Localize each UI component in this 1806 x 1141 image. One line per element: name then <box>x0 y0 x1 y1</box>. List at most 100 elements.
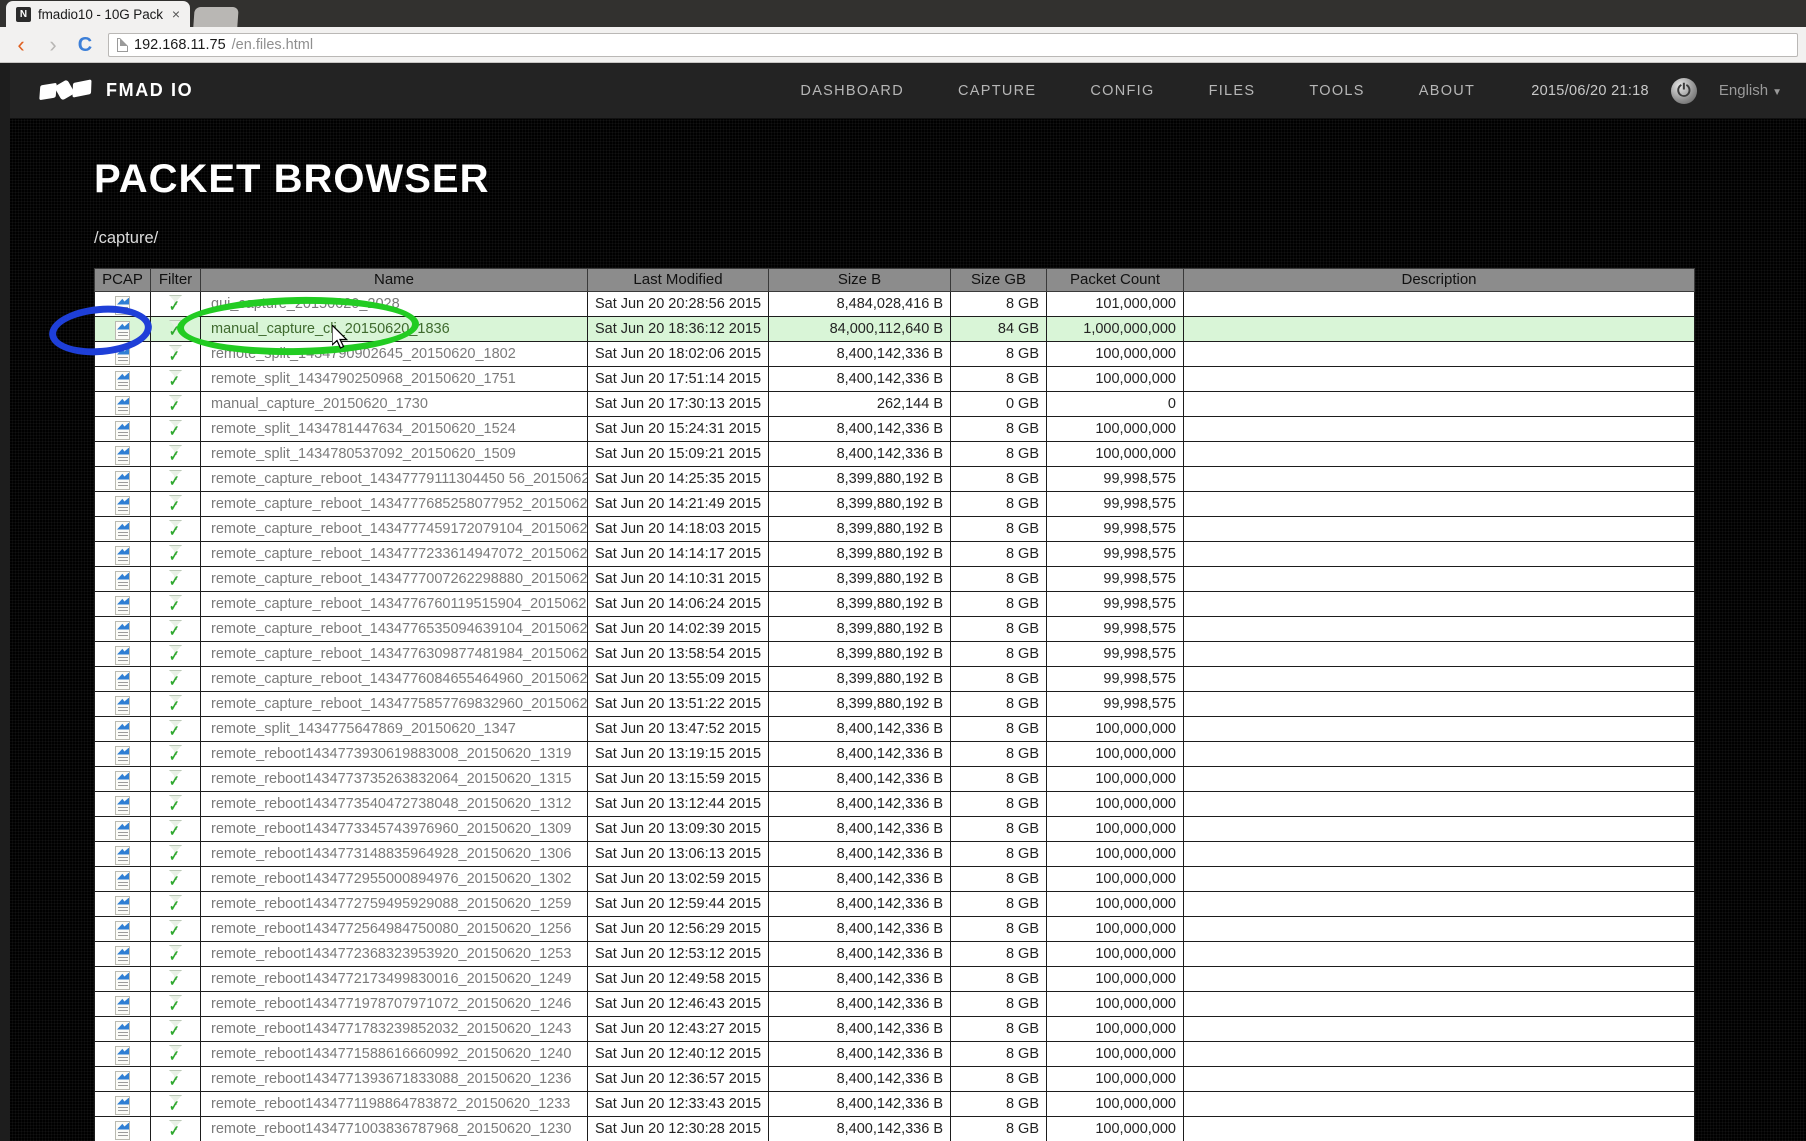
pcap-file-icon[interactable] <box>115 521 130 540</box>
name-cell[interactable]: remote_reboot1434773345743976960_2015062… <box>201 817 588 842</box>
filter-funnel-icon[interactable]: ✓ <box>167 645 184 663</box>
filter-cell[interactable]: ✓ <box>151 592 201 617</box>
filter-funnel-icon[interactable]: ✓ <box>167 620 184 638</box>
pcap-file-icon[interactable] <box>115 571 130 590</box>
pcap-cell[interactable] <box>95 592 151 617</box>
nav-item-config[interactable]: CONFIG <box>1090 83 1154 99</box>
new-tab-button[interactable] <box>193 7 238 27</box>
pcap-cell[interactable] <box>95 1067 151 1092</box>
pcap-cell[interactable] <box>95 1117 151 1141</box>
pcap-file-icon[interactable] <box>115 371 130 390</box>
filter-cell[interactable]: ✓ <box>151 1042 201 1067</box>
filter-funnel-icon[interactable]: ✓ <box>167 445 184 463</box>
table-row[interactable]: ✓ remote_capture_reboot_14347767601195159… <box>95 592 1695 617</box>
pcap-cell[interactable] <box>95 442 151 467</box>
table-row[interactable]: ✓remote_reboot1434772759495929088_201506… <box>95 892 1695 917</box>
filter-cell[interactable]: ✓ <box>151 617 201 642</box>
table-row[interactable]: ✓ remote_split_1434790250968_20150620_175… <box>95 367 1695 392</box>
name-cell[interactable]: remote_reboot1434771783239852032_2015062… <box>201 1017 588 1042</box>
filter-funnel-icon[interactable]: ✓ <box>167 1020 184 1038</box>
name-cell[interactable]: remote_reboot1434771588616660992_2015062… <box>201 1042 588 1067</box>
pcap-cell[interactable] <box>95 967 151 992</box>
pcap-file-icon[interactable] <box>115 746 130 765</box>
name-cell[interactable]: remote_capture_reboot_143477585776983296… <box>201 692 588 717</box>
language-selector[interactable]: English▼ <box>1719 82 1782 99</box>
table-row[interactable]: ✓remote_reboot1434771393671833088_201506… <box>95 1067 1695 1092</box>
filter-funnel-icon[interactable]: ✓ <box>167 845 184 863</box>
filter-funnel-icon[interactable]: ✓ <box>167 795 184 813</box>
filter-cell[interactable]: ✓ <box>151 942 201 967</box>
pcap-file-icon[interactable] <box>115 596 130 615</box>
name-cell[interactable]: remote_capture_reboot_143477676011951590… <box>201 592 588 617</box>
pcap-file-icon[interactable] <box>115 1071 130 1090</box>
pcap-cell[interactable] <box>95 942 151 967</box>
table-row[interactable]: ✓remote_reboot1434771003836787968_201506… <box>95 1117 1695 1141</box>
name-cell[interactable]: remote_split_1434780537092_20150620_1509 <box>201 442 588 467</box>
table-row[interactable]: ✓remote_split_1434781447634_20150620_152… <box>95 417 1695 442</box>
pcap-file-icon[interactable] <box>115 771 130 790</box>
filter-funnel-icon[interactable]: ✓ <box>167 745 184 763</box>
pcap-file-icon[interactable] <box>115 671 130 690</box>
filter-cell[interactable]: ✓ <box>151 692 201 717</box>
filter-funnel-icon[interactable]: ✓ <box>167 995 184 1013</box>
filter-funnel-icon[interactable]: ✓ <box>167 395 184 413</box>
column-header-packet-count[interactable]: Packet Count <box>1047 269 1184 292</box>
pcap-cell[interactable] <box>95 642 151 667</box>
brand-logo[interactable]: FMAD IO <box>40 80 193 102</box>
name-cell[interactable]: remote_capture_reboot_143477630987748198… <box>201 642 588 667</box>
pcap-cell[interactable] <box>95 742 151 767</box>
filter-cell[interactable]: ✓ <box>151 1092 201 1117</box>
nav-item-dashboard[interactable]: DASHBOARD <box>800 83 904 99</box>
browser-tab[interactable]: N fmadio10 - 10G Pack × <box>6 1 190 27</box>
table-row[interactable]: ✓remote_reboot1434773345743976960_201506… <box>95 817 1695 842</box>
pcap-file-icon[interactable] <box>115 871 130 890</box>
table-row[interactable]: ✓remote_capture_reboot_14347776852580779… <box>95 492 1695 517</box>
name-cell[interactable]: remote_split_1434790250968_20150620_1751 <box>201 367 588 392</box>
filter-funnel-icon[interactable]: ✓ <box>167 920 184 938</box>
pcap-file-icon[interactable] <box>115 1121 130 1140</box>
name-cell[interactable]: remote_reboot1434772368323953920_2015062… <box>201 942 588 967</box>
filter-funnel-icon[interactable]: ✓ <box>167 520 184 538</box>
pcap-cell[interactable] <box>95 567 151 592</box>
table-row[interactable]: ✓remote_reboot1434772955000894976_201506… <box>95 867 1695 892</box>
filter-funnel-icon[interactable]: ✓ <box>167 770 184 788</box>
filter-cell[interactable]: ✓ <box>151 892 201 917</box>
filter-funnel-icon[interactable]: ✓ <box>167 370 184 388</box>
filter-funnel-icon[interactable]: ✓ <box>167 945 184 963</box>
filter-cell[interactable]: ✓ <box>151 967 201 992</box>
pcap-file-icon[interactable] <box>115 1046 130 1065</box>
name-cell[interactable]: remote_reboot1434771198864783872_2015062… <box>201 1092 588 1117</box>
filter-cell[interactable]: ✓ <box>151 542 201 567</box>
filter-funnel-icon[interactable]: ✓ <box>167 495 184 513</box>
pcap-file-icon[interactable] <box>115 696 130 715</box>
name-cell[interactable]: remote_reboot1434772564984750080_2015062… <box>201 917 588 942</box>
pcap-cell[interactable] <box>95 842 151 867</box>
url-bar[interactable]: 192.168.11.75/en.files.html <box>108 33 1798 57</box>
pcap-file-icon[interactable] <box>115 971 130 990</box>
filter-funnel-icon[interactable]: ✓ <box>167 595 184 613</box>
filter-cell[interactable]: ✓ <box>151 867 201 892</box>
pcap-cell[interactable] <box>95 417 151 442</box>
close-icon[interactable]: × <box>172 6 180 22</box>
nav-item-capture[interactable]: CAPTURE <box>958 83 1036 99</box>
filter-cell[interactable]: ✓ <box>151 567 201 592</box>
filter-funnel-icon[interactable]: ✓ <box>167 970 184 988</box>
pcap-file-icon[interactable] <box>115 496 130 515</box>
filter-cell[interactable]: ✓ <box>151 917 201 942</box>
table-row[interactable]: ✓ remote_reboot1434773735263832064_201506… <box>95 767 1695 792</box>
column-header-pcap[interactable]: PCAP <box>95 269 151 292</box>
table-row[interactable]: ✓ remote_reboot1434772564984750080_201506… <box>95 917 1695 942</box>
pcap-cell[interactable] <box>95 892 151 917</box>
column-header-description[interactable]: Description <box>1184 269 1695 292</box>
pcap-cell[interactable] <box>95 692 151 717</box>
pcap-file-icon[interactable] <box>115 446 130 465</box>
pcap-cell[interactable] <box>95 917 151 942</box>
filter-cell[interactable]: ✓ <box>151 417 201 442</box>
filter-cell[interactable]: ✓ <box>151 1017 201 1042</box>
pcap-cell[interactable] <box>95 867 151 892</box>
filter-cell[interactable]: ✓ <box>151 367 201 392</box>
filter-funnel-icon[interactable]: ✓ <box>167 345 184 363</box>
name-cell[interactable]: remote_reboot1434773735263832064_2015062… <box>201 767 588 792</box>
filter-funnel-icon[interactable]: ✓ <box>167 295 184 313</box>
filter-funnel-icon[interactable]: ✓ <box>167 1045 184 1063</box>
